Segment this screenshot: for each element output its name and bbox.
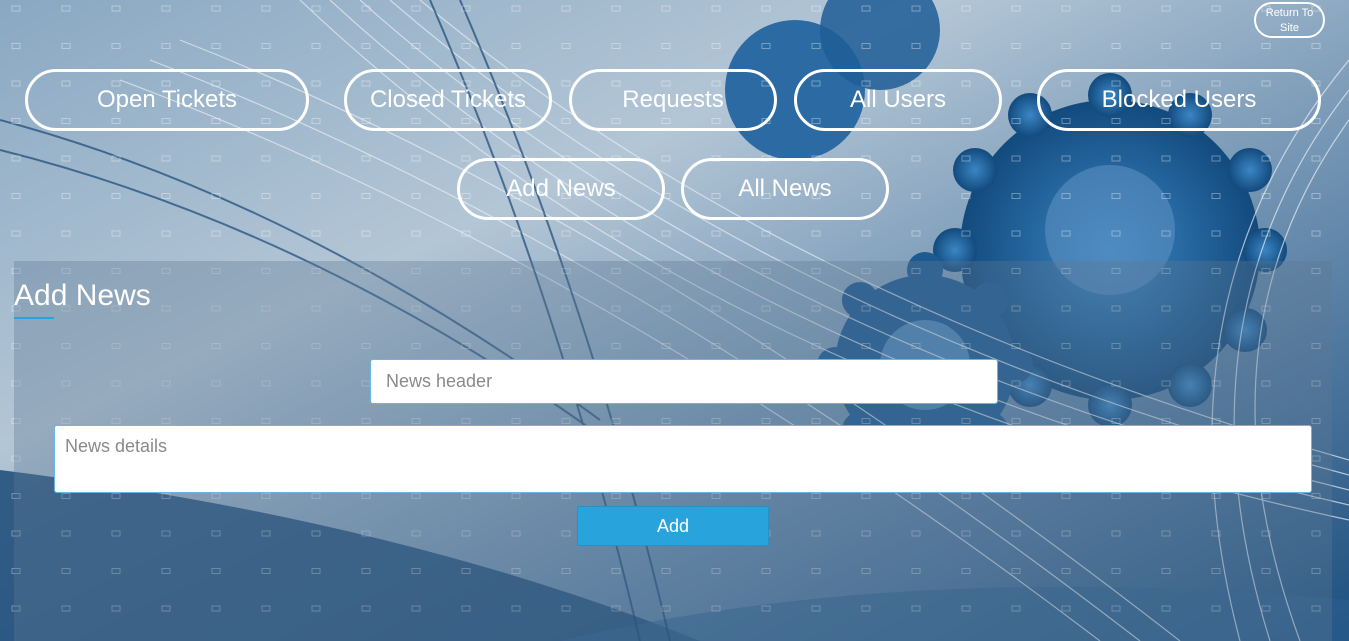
news-details-textarea[interactable] [54, 425, 1312, 493]
nav-add-news-button[interactable]: Add News [457, 158, 665, 220]
add-news-panel: Add News Add [14, 261, 1332, 641]
nav-all-users-button[interactable]: All Users [794, 69, 1002, 131]
nav-requests-button[interactable]: Requests [569, 69, 777, 131]
news-header-input[interactable] [370, 359, 998, 404]
return-to-site-link[interactable]: Return To Site [1254, 2, 1325, 38]
panel-title: Add News [14, 279, 151, 312]
title-underline [14, 317, 54, 319]
nav-blocked-users-button[interactable]: Blocked Users [1037, 69, 1321, 131]
nav-all-news-button[interactable]: All News [681, 158, 889, 220]
nav-open-tickets-button[interactable]: Open Tickets [25, 69, 309, 131]
nav-closed-tickets-button[interactable]: Closed Tickets [344, 69, 552, 131]
add-news-submit-button[interactable]: Add [577, 506, 769, 546]
